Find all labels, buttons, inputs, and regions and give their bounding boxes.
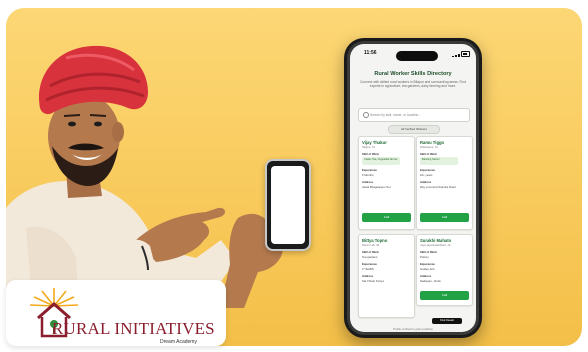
rural-initiatives-logo: RURAL INITIATIVES Dream Academy [6, 280, 226, 346]
call-button[interactable]: Call [420, 213, 469, 222]
toast-message: Kirat Dasaki [432, 318, 462, 324]
experience-value: 6 Months [362, 173, 374, 177]
worker-meta: Jaya Jayeshwardhani, 13 [420, 244, 451, 247]
worker-card[interactable]: Ramu Tiggo Dhamarpur, 13 Skill of Work B… [416, 136, 473, 230]
experience-label: Experience [420, 262, 435, 266]
battery-icon [461, 51, 470, 57]
skill-label: Skill of Work [362, 152, 379, 156]
address-label: Address [420, 274, 432, 278]
logo-text: RURAL INITIATIVES [52, 319, 215, 338]
status-time: 11:56 [364, 50, 377, 56]
worker-name: Bittya Topno [362, 238, 388, 243]
skill-tag: Cattle, Tea, Vegetable farmer [362, 157, 400, 165]
footer-note: Profile verified by gram pradhan [393, 327, 433, 331]
app-description: Connect with skilled rural workers in Bi… [360, 80, 466, 89]
worker-name: Surakhi Mahato [420, 238, 452, 243]
app-title: Rural Worker Skills Directory [374, 71, 452, 77]
worker-card[interactable]: Vijay Thakur Sitapur, 13 Skill of Work C… [358, 136, 415, 230]
search-placeholder: Search by skill, name, or location... [370, 112, 422, 117]
search-input[interactable]: Search by skill, name, or location... [358, 108, 470, 122]
worker-meta: Sitapur, 13 [362, 146, 375, 149]
screenshot-stage: 11:56 Rural Worker Skills Directory Conn… [0, 0, 588, 352]
worker-name: Ramu Tiggo [420, 140, 445, 145]
logo-subtext: Dream Academy [160, 339, 197, 345]
phone-mockup: 11:56 Rural Worker Skills Directory Conn… [344, 38, 482, 338]
worker-card[interactable]: Surakhi Mahato Jaya Jayeshwardhani, 13 S… [416, 234, 473, 306]
worker-name: Vijay Thakur [362, 140, 387, 145]
skill-label: Skill of Work [420, 152, 437, 156]
handheld-phone [265, 159, 311, 251]
status-bar: 11:56 [350, 44, 476, 64]
address-value: Jawai Bhagwanpur Sor [362, 185, 391, 189]
experience-label: Experience [420, 168, 435, 172]
experience-label: Experience [362, 262, 377, 266]
address-label: Address [362, 180, 374, 184]
address-label: Address [362, 274, 374, 278]
address-label: Address [420, 180, 432, 184]
address-value: Sai Chinar Koriya [362, 279, 384, 283]
experience-value: 10+ years [420, 173, 433, 177]
experience-value: Golden Arts [420, 267, 435, 271]
search-icon [363, 112, 369, 118]
address-value: Ray Lommed Chandra Road [420, 185, 456, 189]
address-value: Nadayam, Jimbo [420, 279, 441, 283]
call-button[interactable]: Call [362, 213, 411, 222]
filter-chip[interactable]: All Verified Workers [388, 125, 440, 134]
experience-value: 2 YEARS [362, 267, 374, 271]
phone-screen: 11:56 Rural Worker Skills Directory Conn… [350, 44, 476, 332]
skill-value: Tea gardens [362, 255, 378, 259]
skill-tag: Banking Sector [420, 157, 458, 165]
worker-meta: Ranvir Lidi, 18 [362, 244, 380, 247]
handheld-phone-screen [271, 166, 305, 244]
call-button[interactable]: Call [420, 291, 469, 300]
worker-card[interactable]: Bittya Topno Ranvir Lidi, 18 Skill of Wo… [358, 234, 415, 318]
worker-meta: Dhamarpur, 13 [420, 146, 438, 149]
experience-label: Experience [362, 168, 377, 172]
skill-label: Skill of Work [420, 250, 437, 254]
skill-value: Pottery [420, 255, 429, 259]
skill-label: Skill of Work [362, 250, 379, 254]
